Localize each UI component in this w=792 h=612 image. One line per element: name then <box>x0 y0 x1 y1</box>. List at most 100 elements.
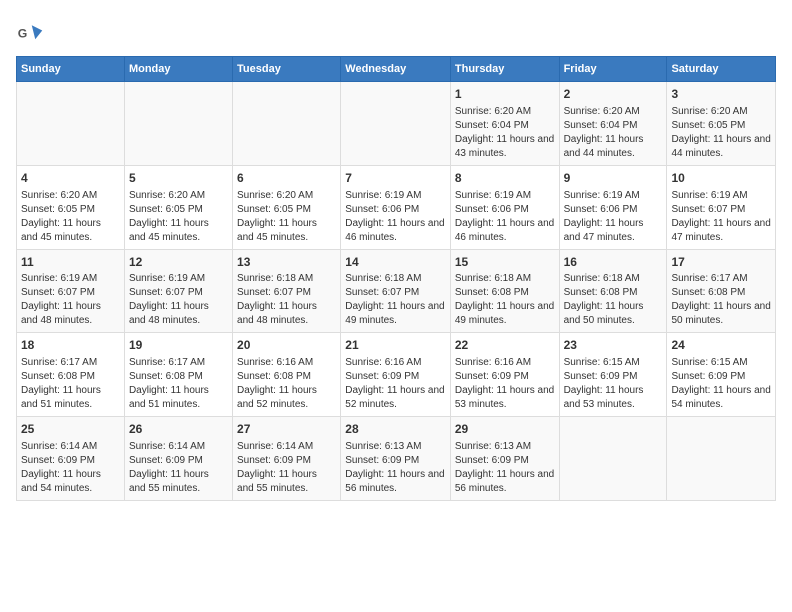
calendar-cell: 12Sunrise: 6:19 AMSunset: 6:07 PMDayligh… <box>124 249 232 333</box>
day-number: 12 <box>129 254 228 271</box>
day-number: 8 <box>455 170 555 187</box>
day-info: Sunrise: 6:13 AM <box>455 440 555 454</box>
day-number: 16 <box>564 254 663 271</box>
day-info: Sunrise: 6:13 AM <box>345 440 446 454</box>
day-info: Sunrise: 6:17 AM <box>21 356 120 370</box>
day-info: Sunset: 6:09 PM <box>455 370 555 384</box>
day-info: Sunrise: 6:16 AM <box>345 356 446 370</box>
calendar-cell: 5Sunrise: 6:20 AMSunset: 6:05 PMDaylight… <box>124 165 232 249</box>
day-info: Daylight: 11 hours and 47 minutes. <box>671 217 771 245</box>
day-info: Daylight: 11 hours and 55 minutes. <box>129 468 228 496</box>
day-number: 11 <box>21 254 120 271</box>
day-number: 14 <box>345 254 446 271</box>
day-info: Sunrise: 6:20 AM <box>455 105 555 119</box>
day-info: Daylight: 11 hours and 44 minutes. <box>671 133 771 161</box>
day-number: 18 <box>21 337 120 354</box>
day-info: Sunrise: 6:17 AM <box>671 272 771 286</box>
day-info: Sunset: 6:09 PM <box>345 370 446 384</box>
calendar-cell: 23Sunrise: 6:15 AMSunset: 6:09 PMDayligh… <box>559 333 667 417</box>
calendar-week-row: 25Sunrise: 6:14 AMSunset: 6:09 PMDayligh… <box>17 417 776 501</box>
day-info: Sunset: 6:09 PM <box>129 454 228 468</box>
calendar-cell: 4Sunrise: 6:20 AMSunset: 6:05 PMDaylight… <box>17 165 125 249</box>
day-info: Sunset: 6:04 PM <box>455 119 555 133</box>
day-info: Daylight: 11 hours and 49 minutes. <box>455 300 555 328</box>
day-number: 20 <box>237 337 336 354</box>
day-info: Sunset: 6:07 PM <box>21 286 120 300</box>
calendar-cell: 1Sunrise: 6:20 AMSunset: 6:04 PMDaylight… <box>450 82 559 166</box>
day-number: 23 <box>564 337 663 354</box>
day-info: Daylight: 11 hours and 56 minutes. <box>455 468 555 496</box>
day-number: 3 <box>671 86 771 103</box>
day-info: Sunset: 6:08 PM <box>237 370 336 384</box>
day-info: Sunrise: 6:20 AM <box>671 105 771 119</box>
day-number: 10 <box>671 170 771 187</box>
day-info: Sunset: 6:09 PM <box>345 454 446 468</box>
day-info: Sunset: 6:08 PM <box>129 370 228 384</box>
day-info: Sunset: 6:05 PM <box>237 203 336 217</box>
column-header-friday: Friday <box>559 57 667 82</box>
day-info: Sunset: 6:04 PM <box>564 119 663 133</box>
day-info: Daylight: 11 hours and 45 minutes. <box>129 217 228 245</box>
day-info: Sunrise: 6:19 AM <box>671 189 771 203</box>
svg-text:G: G <box>18 27 28 41</box>
day-info: Daylight: 11 hours and 48 minutes. <box>237 300 336 328</box>
day-info: Sunset: 6:06 PM <box>345 203 446 217</box>
day-info: Sunset: 6:06 PM <box>564 203 663 217</box>
calendar-cell: 7 Sunrise: 6:19 AMSunset: 6:06 PMDaylight… <box>341 165 451 249</box>
day-number: 5 <box>129 170 228 187</box>
day-info: Sunrise: 6:16 AM <box>237 356 336 370</box>
calendar-week-row: 1Sunrise: 6:20 AMSunset: 6:04 PMDaylight… <box>17 82 776 166</box>
day-info: Sunset: 6:08 PM <box>564 286 663 300</box>
day-info: Daylight: 11 hours and 45 minutes. <box>237 217 336 245</box>
day-info: Daylight: 11 hours and 46 minutes. <box>345 217 446 245</box>
day-info: Sunset: 6:09 PM <box>564 370 663 384</box>
day-info: Sunrise: 6:18 AM <box>455 272 555 286</box>
day-number: 19 <box>129 337 228 354</box>
day-info: Sunrise: 6:19 AM <box>564 189 663 203</box>
calendar-week-row: 11Sunrise: 6:19 AMSunset: 6:07 PMDayligh… <box>17 249 776 333</box>
calendar-cell: 3Sunrise: 6:20 AMSunset: 6:05 PMDaylight… <box>667 82 776 166</box>
day-number: 21 <box>345 337 446 354</box>
day-info: Sunrise: 6:17 AM <box>129 356 228 370</box>
day-info: Daylight: 11 hours and 51 minutes. <box>21 384 120 412</box>
day-number: 2 <box>564 86 663 103</box>
calendar-header-row: SundayMondayTuesdayWednesdayThursdayFrid… <box>17 57 776 82</box>
calendar-cell: 24Sunrise: 6:15 AMSunset: 6:09 PMDayligh… <box>667 333 776 417</box>
column-header-tuesday: Tuesday <box>233 57 341 82</box>
calendar-cell: 9 Sunrise: 6:19 AMSunset: 6:06 PMDaylight… <box>559 165 667 249</box>
calendar-cell: 15Sunrise: 6:18 AMSunset: 6:08 PMDayligh… <box>450 249 559 333</box>
day-number: 27 <box>237 421 336 438</box>
day-info: Daylight: 11 hours and 54 minutes. <box>671 384 771 412</box>
day-info: Daylight: 11 hours and 52 minutes. <box>237 384 336 412</box>
day-info: Sunrise: 6:14 AM <box>237 440 336 454</box>
day-info: Sunrise: 6:18 AM <box>345 272 446 286</box>
column-header-thursday: Thursday <box>450 57 559 82</box>
day-info: Sunset: 6:09 PM <box>21 454 120 468</box>
day-info: Daylight: 11 hours and 46 minutes. <box>455 217 555 245</box>
calendar-cell: 20 Sunrise: 6:16 AMSunset: 6:08 PMDayligh… <box>233 333 341 417</box>
day-info: Daylight: 11 hours and 53 minutes. <box>455 384 555 412</box>
calendar-cell: 13Sunrise: 6:18 AMSunset: 6:07 PMDayligh… <box>233 249 341 333</box>
day-info: Sunrise: 6:19 AM <box>345 189 446 203</box>
day-number: 7 <box>345 170 446 187</box>
day-info: Sunset: 6:07 PM <box>671 203 771 217</box>
calendar-table: SundayMondayTuesdayWednesdayThursdayFrid… <box>16 56 776 501</box>
day-number: 29 <box>455 421 555 438</box>
calendar-cell <box>233 82 341 166</box>
day-info: Sunset: 6:08 PM <box>455 286 555 300</box>
day-info: Sunset: 6:08 PM <box>671 286 771 300</box>
day-info: Sunrise: 6:20 AM <box>21 189 120 203</box>
day-info: Daylight: 11 hours and 53 minutes. <box>564 384 663 412</box>
day-info: Daylight: 11 hours and 49 minutes. <box>345 300 446 328</box>
day-info: Sunrise: 6:19 AM <box>129 272 228 286</box>
calendar-cell: 27Sunrise: 6:14 AMSunset: 6:09 PMDayligh… <box>233 417 341 501</box>
day-number: 26 <box>129 421 228 438</box>
day-info: Sunrise: 6:19 AM <box>455 189 555 203</box>
day-info: Sunrise: 6:15 AM <box>671 356 771 370</box>
calendar-cell: 25Sunrise: 6:14 AMSunset: 6:09 PMDayligh… <box>17 417 125 501</box>
day-number: 22 <box>455 337 555 354</box>
day-info: Daylight: 11 hours and 48 minutes. <box>21 300 120 328</box>
day-info: Daylight: 11 hours and 47 minutes. <box>564 217 663 245</box>
day-info: Sunset: 6:07 PM <box>345 286 446 300</box>
day-number: 9 <box>564 170 663 187</box>
